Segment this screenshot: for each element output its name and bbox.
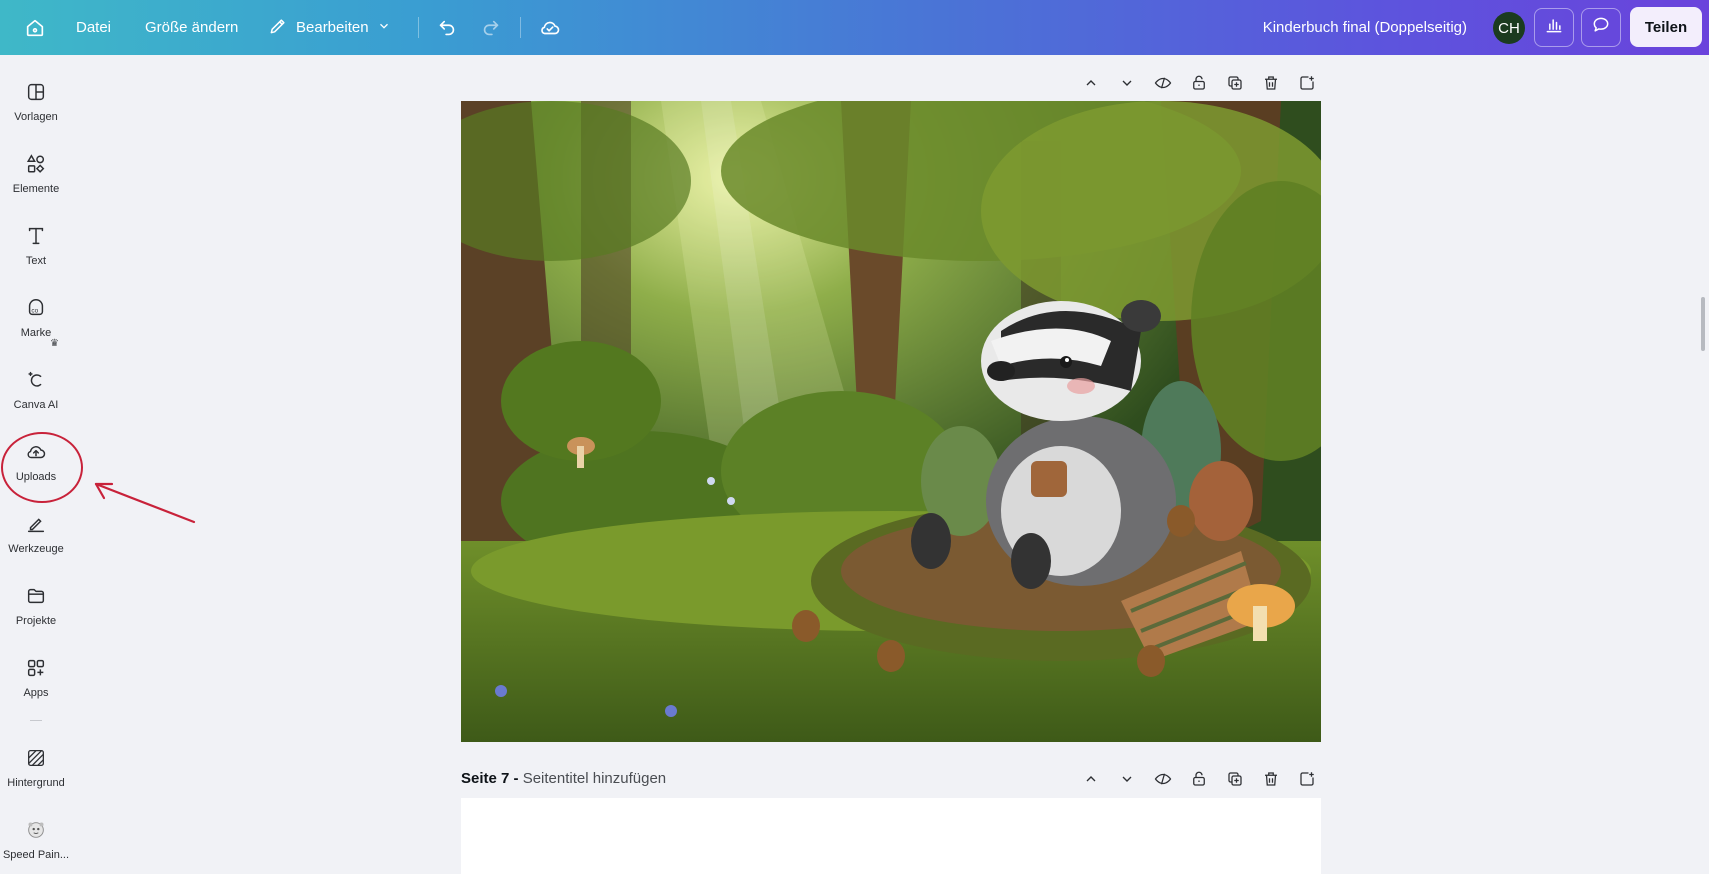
background-icon	[23, 745, 49, 771]
page-7-title[interactable]: Seite 7 - Seitentitel hinzufügen	[461, 770, 666, 787]
toolbar-divider	[418, 17, 419, 38]
document-title[interactable]: Kinderbuch final (Doppelseitig)	[1263, 0, 1467, 55]
hide-icon[interactable]	[1145, 69, 1181, 97]
cloud-check-icon[interactable]	[538, 0, 562, 55]
text-icon	[23, 223, 49, 249]
sidebar-item-background[interactable]: Hintergrund	[0, 737, 72, 805]
page-toolbar	[1073, 69, 1325, 97]
chevron-down-icon	[377, 19, 391, 37]
lock-icon[interactable]	[1181, 69, 1217, 97]
add-page-icon[interactable]	[1289, 69, 1325, 97]
folder-icon	[23, 583, 49, 609]
sidebar-item-label: Text	[25, 255, 47, 267]
comments-button[interactable]	[1581, 8, 1621, 47]
undo-icon[interactable]	[436, 0, 458, 55]
sidebar-item-speed-painting[interactable]: Speed Pain...	[0, 809, 72, 874]
comment-icon	[1591, 15, 1611, 40]
sidebar-item-label: Apps	[23, 687, 49, 699]
sidebar-item-brand[interactable]: co Marke	[0, 287, 72, 355]
duplicate-icon[interactable]	[1217, 69, 1253, 97]
share-button[interactable]: Teilen	[1630, 7, 1702, 47]
crown-icon: ♛	[50, 338, 59, 349]
templates-icon	[23, 79, 49, 105]
add-page-icon[interactable]	[1289, 765, 1325, 793]
page-illustration[interactable]	[461, 101, 1321, 742]
chevron-down-icon[interactable]	[1109, 69, 1145, 97]
duplicate-icon[interactable]	[1217, 765, 1253, 793]
sidebar-item-label: Projekte	[15, 615, 57, 627]
top-bar: Datei Größe ändern Bearbeiten Kinderbuch…	[0, 0, 1709, 55]
chevron-down-icon[interactable]	[1109, 765, 1145, 793]
sidebar-item-label: Hintergrund	[7, 777, 65, 789]
bar-chart-icon	[1544, 15, 1564, 40]
pencil-icon	[268, 16, 288, 40]
vertical-scrollbar[interactable]	[1701, 297, 1705, 351]
edit-menu[interactable]: Bearbeiten	[268, 0, 391, 55]
apps-icon	[23, 655, 49, 681]
sidebar-item-label: Werkzeuge	[8, 543, 64, 555]
resize-menu[interactable]: Größe ändern	[145, 0, 238, 55]
lock-icon[interactable]	[1181, 765, 1217, 793]
annotation-circle	[1, 432, 83, 503]
edit-label: Bearbeiten	[296, 19, 369, 36]
hide-icon[interactable]	[1145, 765, 1181, 793]
avatar[interactable]: CH	[1493, 12, 1525, 44]
sidebar-item-canva-ai[interactable]: Canva AI	[0, 359, 72, 427]
sidebar-item-elements[interactable]: Elemente	[0, 143, 72, 211]
home-icon[interactable]	[24, 0, 46, 55]
elements-icon	[23, 151, 49, 177]
chevron-up-icon[interactable]	[1073, 765, 1109, 793]
sidebar-item-label: Speed Pain...	[2, 849, 70, 861]
redo-icon[interactable]	[480, 0, 502, 55]
sidebar-item-label: Marke	[20, 327, 52, 339]
page-title-placeholder[interactable]: Seitentitel hinzufügen	[523, 770, 666, 787]
annotation-arrow	[94, 482, 196, 524]
toolbar-divider	[520, 17, 521, 38]
chevron-up-icon[interactable]	[1073, 69, 1109, 97]
sidebar-item-templates[interactable]: Vorlagen	[0, 71, 72, 139]
canva-ai-icon	[23, 367, 49, 393]
trash-icon[interactable]	[1253, 69, 1289, 97]
sidebar-item-label: Vorlagen	[14, 111, 58, 123]
brand-icon: co	[23, 295, 49, 321]
speed-painting-app-icon	[23, 817, 49, 843]
insights-button[interactable]	[1534, 8, 1574, 47]
sidebar-divider	[30, 720, 42, 721]
file-menu[interactable]: Datei	[76, 0, 111, 55]
sidebar-item-text[interactable]: Text	[0, 215, 72, 283]
sidebar-item-projects[interactable]: Projekte	[0, 575, 72, 643]
page-7-toolbar	[1073, 765, 1325, 793]
sidebar-item-label: Canva AI	[13, 399, 59, 411]
sidebar-item-apps[interactable]: Apps	[0, 647, 72, 715]
page-7-canvas[interactable]	[461, 798, 1321, 874]
page-number-label: Seite 7 -	[461, 770, 519, 787]
svg-text:co: co	[31, 308, 38, 315]
tools-icon	[23, 511, 49, 537]
sidebar-item-tools[interactable]: Werkzeuge	[0, 503, 72, 571]
forest-badger-illustration	[461, 101, 1321, 742]
trash-icon[interactable]	[1253, 765, 1289, 793]
sidebar-item-label: Elemente	[12, 183, 60, 195]
